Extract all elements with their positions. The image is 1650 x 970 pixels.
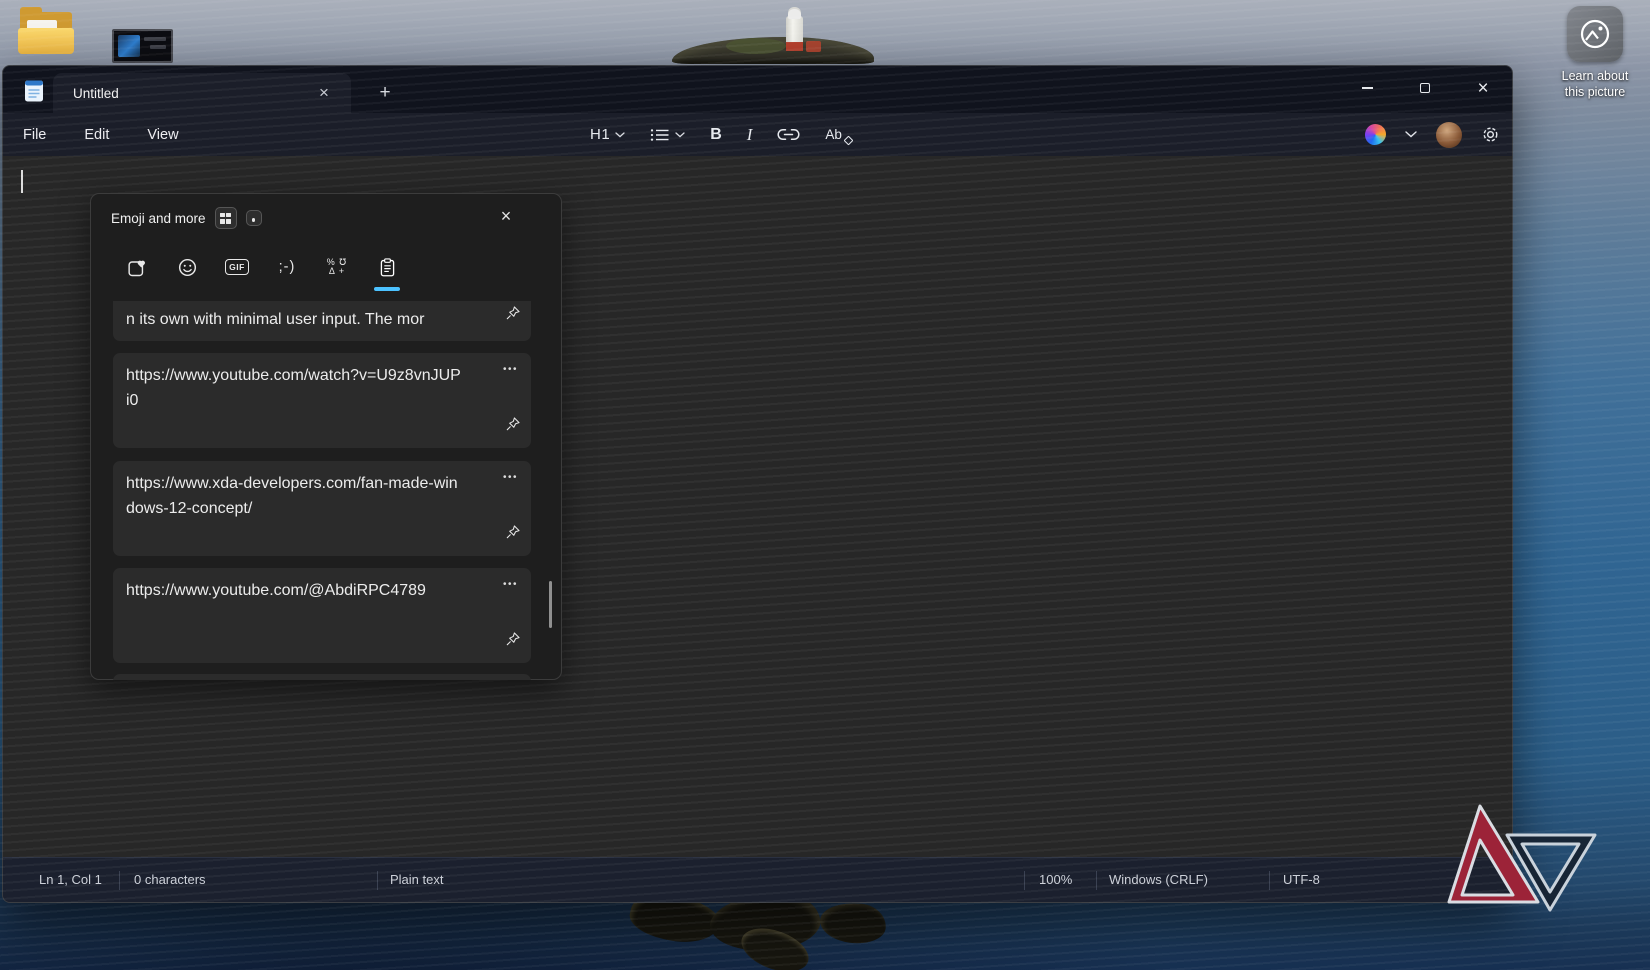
maximize-button[interactable] (1396, 66, 1454, 110)
clipboard-item[interactable]: https://www.xda-developers.com/fan-made-… (113, 461, 531, 556)
chevron-down-icon (675, 131, 685, 137)
settings-gear-icon[interactable] (1481, 125, 1500, 144)
menu-toolbar-row: File Edit View H1 B I Ab (3, 113, 1512, 156)
window-caption-controls: × (1338, 66, 1512, 110)
lighthouse-lantern (788, 9, 801, 19)
period-key-icon (245, 210, 262, 226)
lighthouse-outbuilding (806, 41, 821, 52)
close-icon: × (1477, 77, 1489, 99)
tab-most-recent[interactable] (112, 249, 162, 285)
clipboard-item[interactable]: https://www.youtube.com/@AbdiRPC4789 ••• (113, 568, 531, 663)
list-dropdown[interactable] (646, 125, 689, 145)
shore-rocks (620, 885, 900, 970)
tab-clipboard[interactable] (362, 249, 412, 285)
tab-bar: Untitled × + × (3, 66, 1512, 113)
clipboard-icon (380, 257, 394, 276)
encoding[interactable]: UTF-8 (1283, 872, 1320, 887)
statusbar-divider (1024, 871, 1025, 890)
line-endings[interactable]: Windows (CRLF) (1109, 872, 1208, 887)
document-type: Plain text (390, 872, 444, 887)
heading-dropdown[interactable]: H1 (586, 123, 629, 146)
learn-about-label-line1: Learn about (1561, 69, 1629, 83)
chevron-down-icon (615, 131, 625, 137)
text-caret (21, 170, 23, 193)
more-options-icon[interactable]: ••• (503, 572, 518, 597)
statusbar-divider (1269, 871, 1270, 890)
app-window-thumbnail-icon[interactable] (112, 29, 173, 63)
italic-button[interactable]: I (743, 122, 757, 148)
pin-icon[interactable] (505, 415, 521, 440)
lighthouse-islet (668, 0, 880, 64)
clipboard-item[interactable]: https://www.youtube.com/watch?v=U9z8vnJU… (113, 353, 531, 448)
panel-scrollbar[interactable] (548, 581, 552, 628)
more-options-icon[interactable]: ••• (503, 465, 518, 490)
statusbar-divider (377, 871, 378, 890)
tab-untitled[interactable]: Untitled × (53, 73, 351, 113)
menu-edit[interactable]: Edit (82, 123, 111, 147)
learn-about-picture-shortcut[interactable]: Learn about this picture (1543, 6, 1647, 100)
tab-emoji[interactable] (162, 249, 212, 285)
windows-key-icon (214, 207, 237, 229)
toolbar-right-group (1365, 113, 1500, 156)
clear-formatting-button[interactable]: Ab (821, 124, 854, 146)
formatting-toolbar: H1 B I Ab (586, 113, 854, 156)
menu-file[interactable]: File (21, 123, 48, 147)
tab-kaomoji[interactable]: ;-) (262, 249, 312, 285)
panel-tabs: GIF ;-) % ℧ Δ + (112, 249, 412, 285)
maximize-icon (1420, 83, 1430, 93)
islet-grass (726, 38, 786, 54)
copilot-chevron-down-icon[interactable] (1405, 131, 1417, 138)
zoom-level[interactable]: 100% (1039, 872, 1072, 887)
panel-close-icon[interactable]: × (493, 204, 519, 230)
desktop-folder-icon[interactable] (18, 7, 76, 58)
clipboard-item-text: https://www.youtube.com/watch?v=U9z8vnJU… (126, 367, 461, 409)
emoji-and-more-panel: Emoji and more × GIF ;-) % ℧ Δ + n its o… (90, 193, 562, 680)
link-icon (777, 128, 800, 141)
active-tab-indicator (374, 287, 400, 291)
symbols-icon: % ℧ Δ + (326, 257, 348, 276)
menu-bar: File Edit View (21, 113, 181, 156)
link-button[interactable] (773, 125, 804, 144)
clipboard-item[interactable]: n its own with minimal user input. The m… (113, 301, 531, 341)
menu-view[interactable]: View (145, 123, 180, 147)
copilot-icon[interactable] (1365, 124, 1386, 145)
tab-title: Untitled (73, 85, 119, 101)
tab-symbols[interactable]: % ℧ Δ + (312, 249, 362, 285)
account-avatar[interactable] (1436, 121, 1462, 148)
statusbar-divider (119, 871, 120, 890)
tab-gif[interactable]: GIF (212, 249, 262, 285)
panel-title: Emoji and more (111, 210, 206, 226)
clipboard-item-text: https://www.xda-developers.com/fan-made-… (126, 475, 458, 517)
recent-heart-icon (127, 260, 145, 276)
clear-formatting-label: Ab (825, 127, 842, 142)
notepad-app-icon (24, 79, 44, 108)
statusbar-divider (1096, 871, 1097, 890)
picture-info-icon (1567, 6, 1623, 62)
status-bar: Ln 1, Col 1 0 characters Plain text 100%… (3, 857, 1512, 902)
more-options-icon[interactable]: ••• (503, 357, 518, 382)
pin-icon[interactable] (505, 304, 521, 329)
clipboard-history-list: n its own with minimal user input. The m… (91, 301, 563, 680)
pin-icon[interactable] (505, 523, 521, 548)
eraser-icon (843, 135, 854, 146)
character-count: 0 characters (134, 872, 206, 887)
bold-button[interactable]: B (706, 123, 726, 147)
bullet-list-icon (651, 128, 669, 141)
clipboard-item-text: https://www.youtube.com/@AbdiRPC4789 (126, 582, 426, 599)
minimize-button[interactable] (1338, 66, 1396, 110)
clipboard-item[interactable] (113, 674, 531, 680)
tab-close-icon[interactable]: × (311, 80, 337, 106)
desktop-wallpaper: Learn about this picture Untitled × + × … (0, 0, 1650, 970)
new-tab-button[interactable]: + (371, 80, 399, 106)
smiley-icon (178, 258, 196, 276)
clipboard-item-text: n its own with minimal user input. The m… (126, 311, 425, 328)
minimize-icon (1361, 87, 1373, 89)
heading-label: H1 (590, 126, 611, 143)
gif-icon: GIF (225, 259, 249, 275)
close-button[interactable]: × (1454, 66, 1512, 110)
lighthouse-tower (786, 16, 803, 51)
pin-icon[interactable] (505, 630, 521, 655)
learn-about-label-line2: this picture (1564, 85, 1626, 99)
cursor-position: Ln 1, Col 1 (39, 872, 102, 887)
